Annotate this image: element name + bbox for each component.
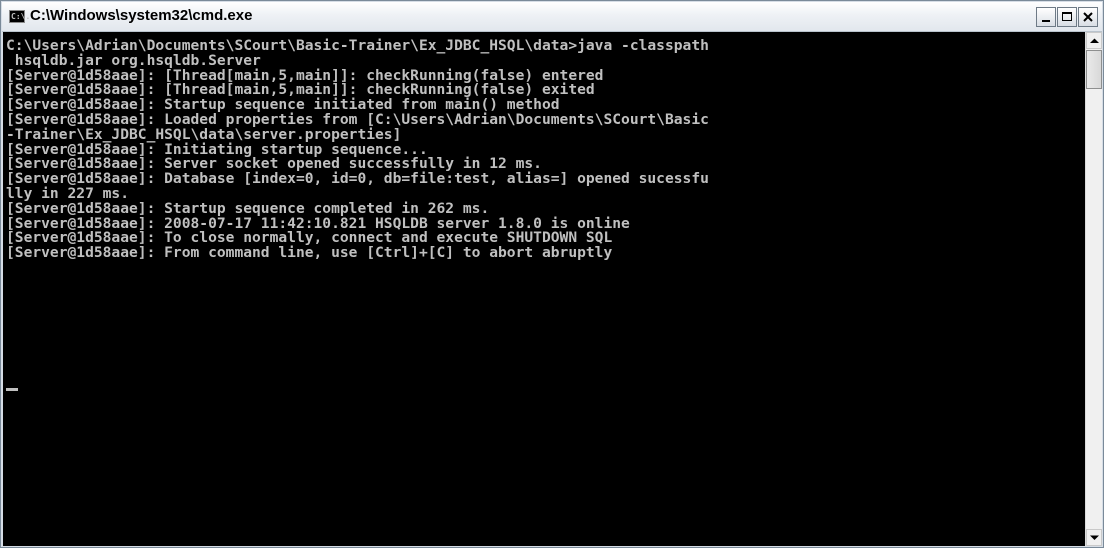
title-bar[interactable]: C:\. C:\Windows\system32\cmd.exe xyxy=(2,2,1102,32)
scroll-down-button[interactable] xyxy=(1086,529,1102,546)
cmd-icon[interactable]: C:\. xyxy=(9,10,30,23)
close-icon xyxy=(1083,12,1093,22)
minimize-icon xyxy=(1042,20,1050,22)
vertical-scrollbar[interactable] xyxy=(1085,32,1102,546)
maximize-button[interactable] xyxy=(1057,7,1077,27)
console-text: C:\Users\Adrian\Documents\SCourt\Basic-T… xyxy=(6,38,709,262)
maximize-icon xyxy=(1062,12,1072,21)
scroll-up-button[interactable] xyxy=(1086,32,1102,49)
arrow-up-icon xyxy=(1090,38,1099,43)
minimize-button[interactable] xyxy=(1036,7,1056,27)
caption-buttons xyxy=(1036,7,1098,27)
arrow-down-icon xyxy=(1090,535,1099,540)
cmd-window: C:\. C:\Windows\system32\cmd.exe C:\User… xyxy=(0,0,1104,548)
console-line: [Server@1d58aae]: From command line, use… xyxy=(6,244,613,262)
text-cursor xyxy=(6,388,18,391)
close-button[interactable] xyxy=(1078,7,1098,27)
console-output[interactable]: C:\Users\Adrian\Documents\SCourt\Basic-T… xyxy=(3,32,1085,546)
window-title: C:\Windows\system32\cmd.exe xyxy=(30,7,253,24)
cmd-icon-glyph: C:\. xyxy=(11,12,31,21)
scrollbar-thumb[interactable] xyxy=(1086,50,1102,89)
